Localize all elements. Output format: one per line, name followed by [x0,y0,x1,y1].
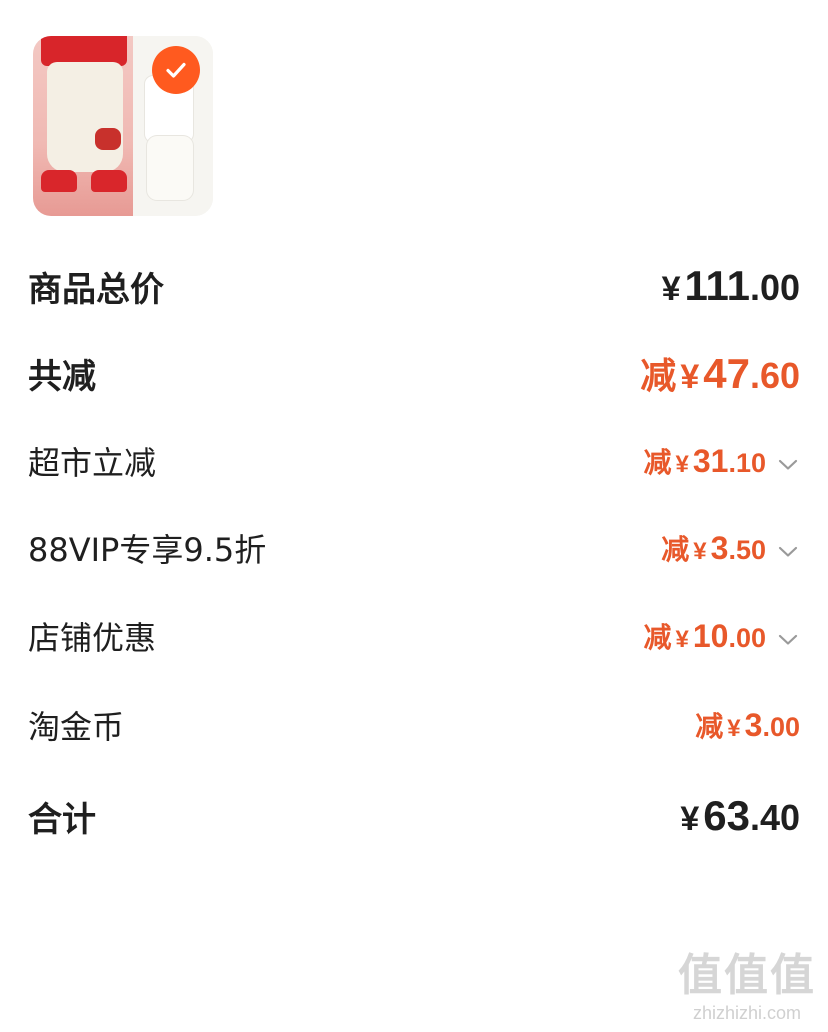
vip-discount-amount: 减 ¥ 3 .50 [661,528,800,568]
product-shoe-shape [91,170,127,192]
supermarket-discount-row[interactable]: 超市立减 减 ¥ 31 .10 [28,440,800,482]
product-mini-image [147,136,193,200]
subtotal-label: 商品总价 [28,269,164,310]
product-pants-shape [47,62,123,172]
watermark: 值值值 zhizhizhi.com [678,939,816,1024]
total-label: 合计 [28,799,96,840]
checkmark-icon[interactable] [152,46,200,94]
product-shoe-shape [41,170,77,192]
product-patch-shape [95,128,121,150]
vip-discount-row[interactable]: 88VIP专享9.5折 减 ¥ 3 .50 [28,527,800,569]
store-discount-amount: 减 ¥ 10 .00 [643,616,800,656]
total-discount-row: 共减 减 ¥ 47 .60 [28,349,800,397]
subtotal-row: 商品总价 ¥ 111 .00 [28,262,800,310]
total-discount-amount: 减 ¥ 47 .60 [640,350,800,397]
supermarket-discount-label: 超市立减 [28,444,157,482]
total-amount: ¥ 63 .40 [680,792,800,839]
watermark-logo: 值值值 [678,950,816,1001]
coins-discount-label: 淘金币 [28,708,125,746]
total-row: 合计 ¥ 63 .40 [28,792,800,840]
total-discount-label: 共减 [28,356,96,397]
chevron-down-icon[interactable] [776,453,800,477]
store-discount-label: 店铺优惠 [28,619,157,657]
vip-discount-label: 88VIP专享9.5折 [28,531,267,569]
supermarket-discount-amount: 减 ¥ 31 .10 [643,441,800,481]
chevron-down-icon[interactable] [776,540,800,564]
chevron-down-icon[interactable] [776,628,800,652]
watermark-url: zhizhizhi.com [692,1003,802,1023]
store-discount-row[interactable]: 店铺优惠 减 ¥ 10 .00 [28,615,800,657]
coins-discount-row: 淘金币 减 ¥ 3 .00 [28,704,800,746]
coins-discount-amount: 减 ¥ 3 .00 [695,707,800,743]
subtotal-amount: ¥ 111 .00 [661,262,800,309]
